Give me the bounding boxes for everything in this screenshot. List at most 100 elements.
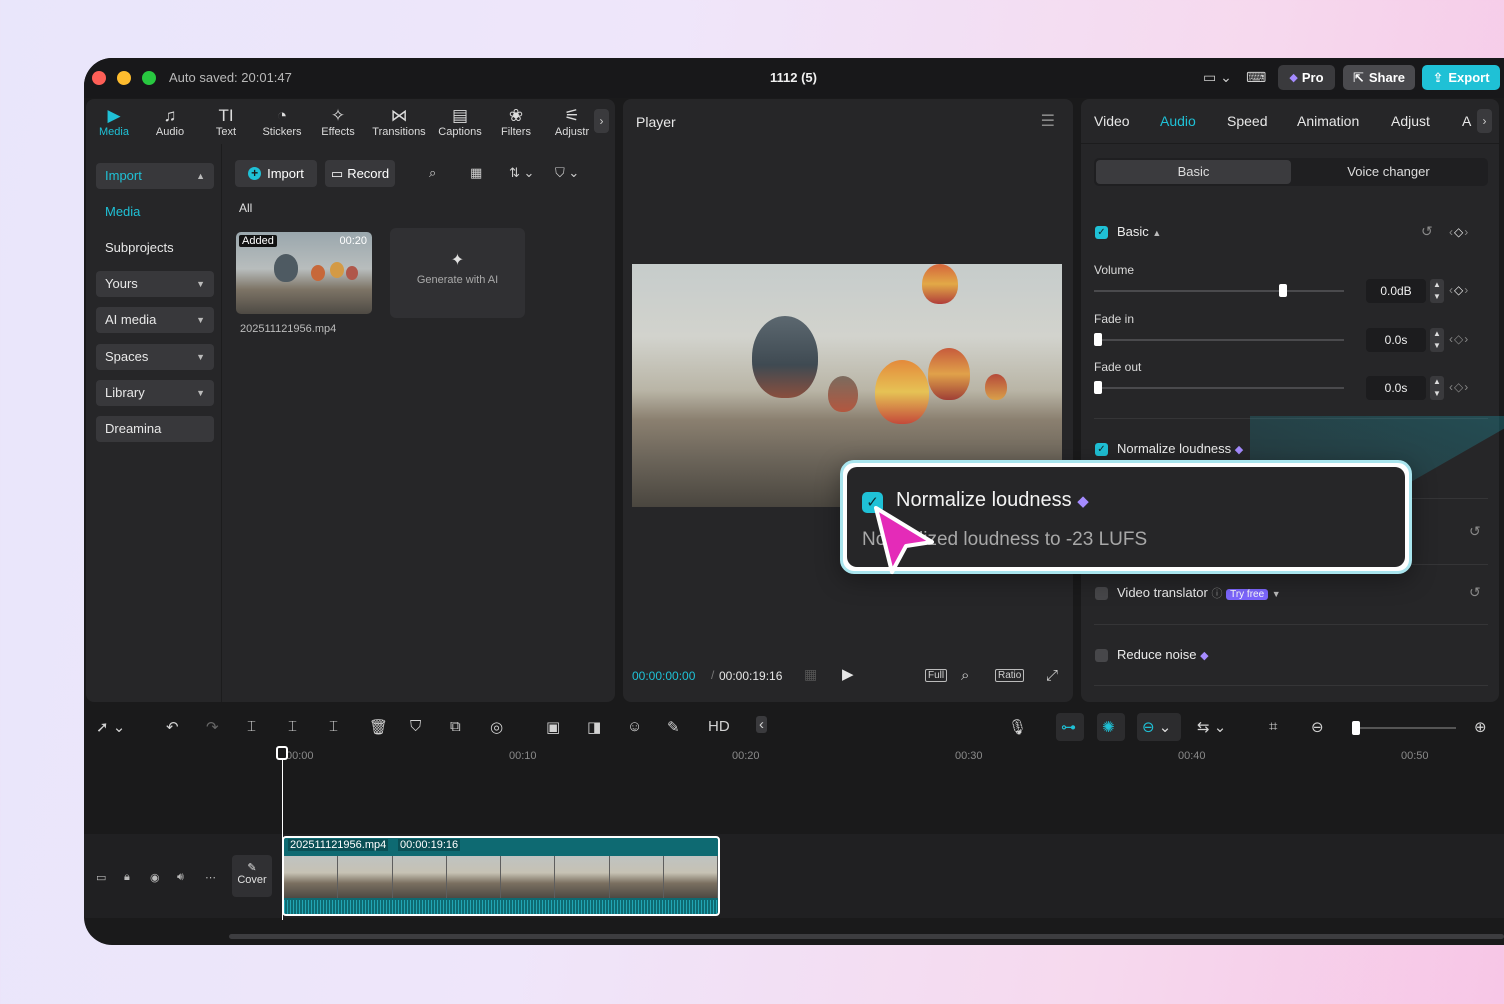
zoom-in-icon[interactable]: ⊕: [1474, 718, 1487, 736]
nav-ai-media[interactable]: AI media ▼: [96, 307, 214, 333]
playhead[interactable]: [282, 748, 283, 920]
fadein-stepper[interactable]: ▲ ▼: [1430, 328, 1444, 352]
keyframe-icon[interactable]: ‹◇›: [1449, 225, 1469, 239]
zoom-out-icon[interactable]: ⊖: [1311, 718, 1324, 736]
zoom-slider[interactable]: [1352, 721, 1456, 735]
link-icon[interactable]: ⊖ ⌄: [1142, 718, 1171, 736]
export-button[interactable]: ⇪ Export: [1422, 65, 1500, 90]
filter-icon[interactable]: ⛉ ⌄: [555, 165, 579, 181]
tab-transitions[interactable]: ⋈ Transitions: [366, 99, 432, 144]
try-free-badge[interactable]: Try free: [1226, 589, 1269, 600]
fadein-slider[interactable]: [1094, 333, 1344, 346]
marker-icon[interactable]: ⛉: [410, 718, 421, 735]
crop-icon[interactable]: ⧉: [450, 718, 461, 735]
share-button[interactable]: ⇱ Share: [1343, 65, 1415, 90]
preview-axis-icon[interactable]: ⇆ ⌄: [1197, 718, 1226, 736]
fadeout-slider[interactable]: [1094, 381, 1344, 394]
nav-media[interactable]: Media: [96, 199, 214, 225]
more-icon[interactable]: ⋯: [205, 871, 216, 884]
volume-keyframe-icon[interactable]: ‹◇›: [1449, 283, 1469, 297]
fullscreen-icon[interactable]: ⤢: [1046, 667, 1058, 684]
media-thumbnail[interactable]: Added 00:20: [236, 232, 372, 314]
fadeout-value[interactable]: 0.0s: [1366, 376, 1426, 400]
magnet-link-icon[interactable]: ⊶: [1061, 718, 1076, 736]
nav-yours[interactable]: Yours ▼: [96, 271, 214, 297]
cover-button[interactable]: ✎ Cover: [232, 855, 272, 897]
volume-slider-handle[interactable]: [1279, 284, 1287, 297]
collapse-toolbar-icon[interactable]: ‹: [756, 716, 767, 733]
props-tabs-more-button[interactable]: ›: [1477, 109, 1492, 133]
tab-animation[interactable]: Animation: [1297, 113, 1359, 129]
grid-icon[interactable]: ▦: [804, 666, 817, 683]
magic-icon[interactable]: ✎: [667, 718, 680, 736]
volume-slider[interactable]: [1094, 284, 1344, 297]
nav-dreamina[interactable]: Dreamina: [96, 416, 214, 442]
undo-icon[interactable]: ↶: [166, 718, 179, 736]
timeline-scrollbar[interactable]: [229, 934, 1504, 939]
zoom-fit-icon[interactable]: ⌕: [961, 667, 969, 684]
record-button[interactable]: ▭ Record: [325, 160, 395, 187]
fadein-keyframe-icon[interactable]: ‹◇›: [1449, 332, 1469, 346]
tab-media[interactable]: ▶ Media: [86, 99, 142, 144]
help-icon[interactable]: ⓘ: [1211, 588, 1222, 600]
tab-speed[interactable]: Speed: [1227, 113, 1267, 129]
thumbnail-icon[interactable]: ⌗: [1269, 718, 1277, 735]
lock-icon[interactable]: 🔒︎: [124, 871, 130, 884]
import-button[interactable]: + Import: [235, 160, 317, 187]
tab-stickers[interactable]: ◔ Stickers: [254, 99, 310, 144]
search-icon[interactable]: ⌕: [429, 165, 436, 181]
tab-adjust-props[interactable]: Adjust: [1391, 113, 1430, 129]
nav-subprojects[interactable]: Subprojects: [96, 235, 214, 261]
pro-button[interactable]: ◆ Pro: [1278, 65, 1335, 90]
minimize-window-button[interactable]: [117, 71, 131, 85]
reduce-noise-checkbox[interactable]: [1095, 649, 1108, 662]
basic-section-label[interactable]: Basic ▲: [1117, 224, 1161, 239]
grid-view-icon[interactable]: ▦: [470, 165, 482, 181]
layout-icon[interactable]: ▭ ⌄: [1203, 69, 1232, 86]
tabs-more-button[interactable]: ›: [594, 109, 609, 133]
chevron-down-icon[interactable]: ▼: [1272, 589, 1281, 599]
video-clip[interactable]: 202511121956.mp4 00:00:19:16: [282, 836, 720, 916]
tab-audio-props[interactable]: Audio: [1160, 113, 1196, 129]
normalize-checkbox[interactable]: ✓: [1095, 443, 1108, 456]
zoom-slider-handle[interactable]: [1352, 721, 1360, 735]
split-icon[interactable]: ⌶: [247, 718, 256, 735]
tab-effects[interactable]: ✧ Effects: [310, 99, 366, 144]
eye-icon[interactable]: ◉: [150, 871, 160, 884]
volume-stepper[interactable]: ▲ ▼: [1430, 279, 1444, 303]
shortcuts-icon[interactable]: ⌨: [1246, 69, 1266, 86]
generate-ai-card[interactable]: ✦ Generate with AI: [390, 228, 525, 318]
volume-icon[interactable]: 🔊︎: [177, 871, 184, 884]
media-filter-all[interactable]: All: [239, 201, 252, 215]
reset-icon[interactable]: ↺: [1469, 523, 1481, 540]
speed-icon[interactable]: ◎: [490, 718, 503, 736]
sort-icon[interactable]: ⇅ ⌄: [509, 165, 534, 181]
face-icon[interactable]: ☺: [627, 718, 642, 735]
tab-adjust[interactable]: ⚟ Adjustr: [544, 99, 600, 144]
segment-basic[interactable]: Basic: [1096, 160, 1291, 184]
reset-icon[interactable]: ↺: [1421, 223, 1433, 240]
timeline-ruler[interactable]: 00:00 00:10 00:20 00:30 00:40 00:50: [280, 748, 1500, 770]
nav-spaces[interactable]: Spaces ▼: [96, 344, 214, 370]
fadeout-slider-handle[interactable]: [1094, 381, 1102, 394]
fadeout-stepper[interactable]: ▲ ▼: [1430, 376, 1444, 400]
segment-voice-changer[interactable]: Voice changer: [1291, 160, 1486, 184]
reset-icon[interactable]: ↺: [1469, 584, 1481, 601]
select-tool-icon[interactable]: ➚ ⌄: [96, 718, 125, 736]
full-button[interactable]: Full: [925, 667, 948, 682]
ratio-button[interactable]: Ratio: [995, 667, 1025, 682]
redo-icon[interactable]: ↷: [206, 718, 219, 736]
basic-checkbox[interactable]: ✓: [1095, 226, 1108, 239]
volume-value[interactable]: 0.0dB: [1366, 279, 1426, 303]
project-title[interactable]: 1112 (5): [770, 70, 817, 85]
nav-library[interactable]: Library ▼: [96, 380, 214, 406]
play-button[interactable]: ▶: [842, 665, 854, 683]
tab-video[interactable]: Video: [1094, 113, 1130, 129]
tab-audio[interactable]: ♫ Audio: [142, 99, 198, 144]
fadeout-keyframe-icon[interactable]: ‹◇›: [1449, 380, 1469, 394]
track-type-icon[interactable]: ▭: [96, 871, 106, 884]
fadein-slider-handle[interactable]: [1094, 333, 1102, 346]
tab-captions[interactable]: ▤ Captions: [432, 99, 488, 144]
split-left-icon[interactable]: ⌶: [288, 718, 297, 735]
maximize-window-button[interactable]: [142, 71, 156, 85]
